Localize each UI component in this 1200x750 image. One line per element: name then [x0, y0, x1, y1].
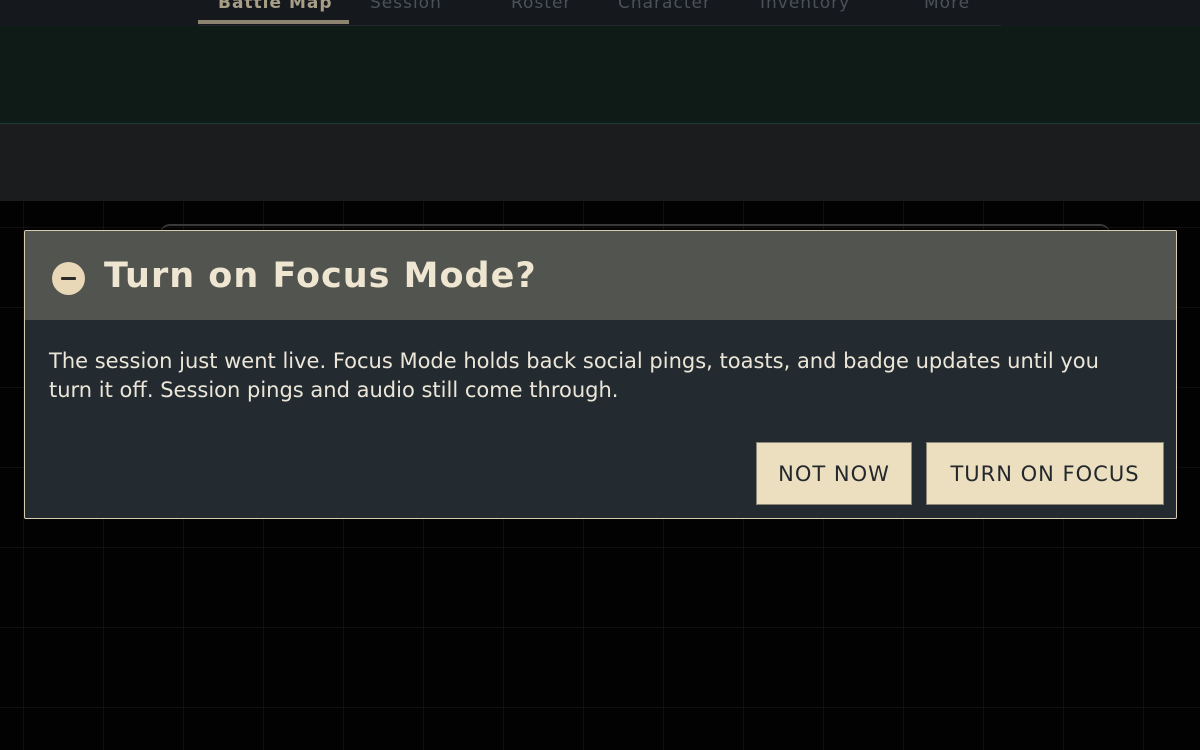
- tab-battle-map[interactable]: Battle Map: [218, 0, 333, 15]
- toolbar-band: [0, 124, 1200, 201]
- tab-inventory[interactable]: Inventory: [760, 0, 850, 15]
- focus-mode-dialog: Turn on Focus Mode? The session just wen…: [24, 230, 1177, 519]
- tab-strip: Battle Map Session Roster Character Inve…: [198, 0, 1001, 26]
- dialog-header: Turn on Focus Mode?: [25, 231, 1176, 320]
- dialog-message: The session just went live. Focus Mode h…: [49, 349, 1099, 402]
- tab-character[interactable]: Character: [618, 0, 711, 15]
- tab-more[interactable]: More: [924, 0, 970, 15]
- dialog-title: Turn on Focus Mode?: [104, 256, 537, 296]
- session-banner: [0, 26, 1200, 124]
- turn-on-focus-button[interactable]: TURN ON FOCUS: [926, 442, 1164, 505]
- active-tab-indicator: [198, 20, 349, 24]
- top-nav: Battle Map Session Roster Character Inve…: [0, 0, 1200, 26]
- tab-roster[interactable]: Roster: [511, 0, 571, 15]
- tab-session[interactable]: Session: [370, 0, 442, 15]
- minus-circle-icon: [52, 262, 85, 295]
- not-now-button[interactable]: NOT NOW: [756, 442, 912, 505]
